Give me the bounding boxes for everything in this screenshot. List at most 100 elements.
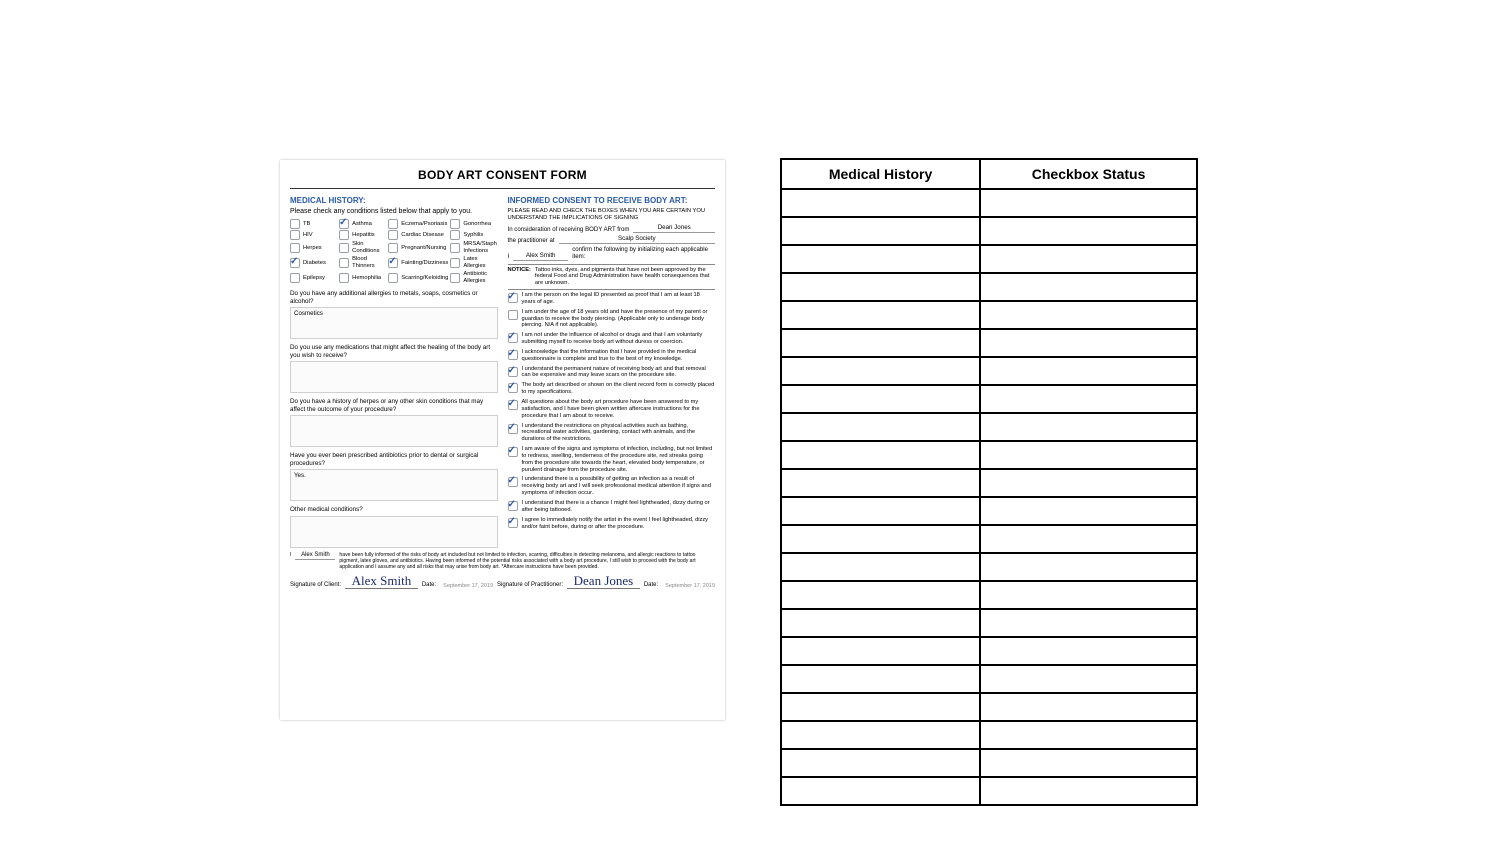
medical-history-heading: MEDICAL HISTORY:	[290, 196, 498, 206]
client-signature[interactable]: Alex Smith	[345, 574, 418, 589]
table-row	[781, 637, 1197, 665]
table-cell	[781, 553, 980, 581]
condition-label: Blood Thinners	[352, 256, 386, 270]
checkbox[interactable]	[388, 273, 398, 283]
checkbox[interactable]	[450, 273, 460, 283]
from-line: In consideration of receiving BODY ART f…	[508, 224, 716, 233]
page: BODY ART CONSENT FORM MEDICAL HISTORY: P…	[0, 0, 1500, 845]
checkbox[interactable]	[290, 219, 300, 229]
consent-text: I am under the age of 18 years old and h…	[522, 309, 716, 330]
summary-table: Medical History Checkbox Status	[780, 158, 1198, 806]
table-row	[781, 525, 1197, 553]
consent-text: I understand the restrictions on physica…	[522, 423, 716, 444]
disclaimer-name[interactable]: Alex Smith	[295, 552, 335, 560]
checkbox[interactable]	[290, 258, 300, 268]
question-label: Do you have a history of herpes or any o…	[290, 398, 498, 413]
checkbox[interactable]	[508, 518, 518, 528]
disclaimer-text: have been fully informed of the risks of…	[339, 552, 715, 570]
condition-pregnant-nursing: Pregnant/Nursing	[388, 241, 448, 255]
checkbox[interactable]	[508, 383, 518, 393]
consent-item: I am not under the influence of alcohol …	[508, 332, 716, 346]
question-label: Other medical conditions?	[290, 506, 498, 514]
table-cell	[980, 721, 1197, 749]
table-row	[781, 609, 1197, 637]
table-cell	[781, 777, 980, 805]
table-cell	[781, 497, 980, 525]
table-cell	[980, 777, 1197, 805]
table-cell	[781, 245, 980, 273]
condition-label: Skin Conditions	[352, 241, 386, 255]
checkbox[interactable]	[388, 219, 398, 229]
table-cell	[781, 637, 980, 665]
condition-label: Hemophilia	[352, 275, 381, 282]
checkbox[interactable]	[508, 310, 518, 320]
consent-checklist: I am the person on the legal ID presente…	[508, 292, 716, 530]
table-row	[781, 693, 1197, 721]
answer-field[interactable]: Yes.	[290, 469, 498, 501]
from-value[interactable]: Dean Jones	[633, 224, 715, 233]
checkbox[interactable]	[388, 258, 398, 268]
prac-date: September 17, 2019	[665, 583, 715, 590]
checkbox[interactable]	[508, 447, 518, 457]
checkbox[interactable]	[339, 219, 349, 229]
notice-text: Tattoo inks, dyes, and pigments that hav…	[535, 267, 715, 288]
checkbox[interactable]	[450, 243, 460, 253]
checkbox[interactable]	[508, 350, 518, 360]
answer-field[interactable]	[290, 516, 498, 548]
condition-label: Antibiotic Allergies	[463, 271, 497, 285]
checkbox[interactable]	[508, 333, 518, 343]
question-label: Have you ever been prescribed antibiotic…	[290, 452, 498, 467]
consent-text: I acknowledge that the information that …	[522, 349, 716, 363]
condition-mrsa-staph-infections: MRSA/Staph Infections	[450, 241, 497, 255]
checkbox[interactable]	[339, 243, 349, 253]
table-row	[781, 301, 1197, 329]
table-cell	[980, 693, 1197, 721]
at-value[interactable]: Scalp Society	[559, 235, 715, 244]
condition-eczema-psoriasis: Eczema/Psoriasis	[388, 219, 448, 229]
checkbox[interactable]	[450, 230, 460, 240]
checkbox[interactable]	[508, 400, 518, 410]
checkbox[interactable]	[339, 273, 349, 283]
condition-hemophilia: Hemophilia	[339, 271, 386, 285]
table-cell	[781, 329, 980, 357]
checkbox[interactable]	[450, 258, 460, 268]
consent-item: I agree to immediately notify the artist…	[508, 517, 716, 531]
checkbox[interactable]	[388, 230, 398, 240]
checkbox[interactable]	[388, 243, 398, 253]
table-row	[781, 665, 1197, 693]
checkbox[interactable]	[508, 501, 518, 511]
practitioner-signature[interactable]: Dean Jones	[567, 574, 640, 589]
consent-form: BODY ART CONSENT FORM MEDICAL HISTORY: P…	[280, 160, 725, 720]
answer-field[interactable]: Cosmetics	[290, 307, 498, 339]
i-name-value[interactable]: Alex Smith	[513, 252, 568, 261]
checkbox[interactable]	[290, 273, 300, 283]
consent-item: I understand the restrictions on physica…	[508, 423, 716, 444]
checkbox[interactable]	[290, 230, 300, 240]
condition-label: Cardiac Disease	[401, 232, 444, 239]
table-row	[781, 777, 1197, 805]
table-row	[781, 749, 1197, 777]
table-cell	[980, 385, 1197, 413]
condition-diabetes: Diabetes	[290, 256, 337, 270]
checkbox[interactable]	[508, 424, 518, 434]
condition-tb: TB	[290, 219, 337, 229]
consent-item: The body art described or shown on the c…	[508, 382, 716, 396]
condition-label: Diabetes	[303, 260, 326, 267]
checkbox[interactable]	[339, 258, 349, 268]
checkbox[interactable]	[508, 293, 518, 303]
checkbox[interactable]	[339, 230, 349, 240]
condition-asthma: Asthma	[339, 219, 386, 229]
table-cell	[980, 553, 1197, 581]
question-label: Do you have any additional allergies to …	[290, 290, 498, 305]
checkbox[interactable]	[450, 219, 460, 229]
consent-text: All questions about the body art procedu…	[522, 399, 716, 420]
checkbox[interactable]	[508, 477, 518, 487]
checkbox[interactable]	[290, 243, 300, 253]
answer-field[interactable]	[290, 361, 498, 393]
checkbox[interactable]	[508, 367, 518, 377]
answer-field[interactable]	[290, 415, 498, 447]
table-row	[781, 273, 1197, 301]
form-footer: I Alex Smith have been fully informed of…	[290, 552, 715, 589]
condition-scarring-keloiding: Scarring/Keloiding	[388, 271, 448, 285]
table-cell	[781, 525, 980, 553]
